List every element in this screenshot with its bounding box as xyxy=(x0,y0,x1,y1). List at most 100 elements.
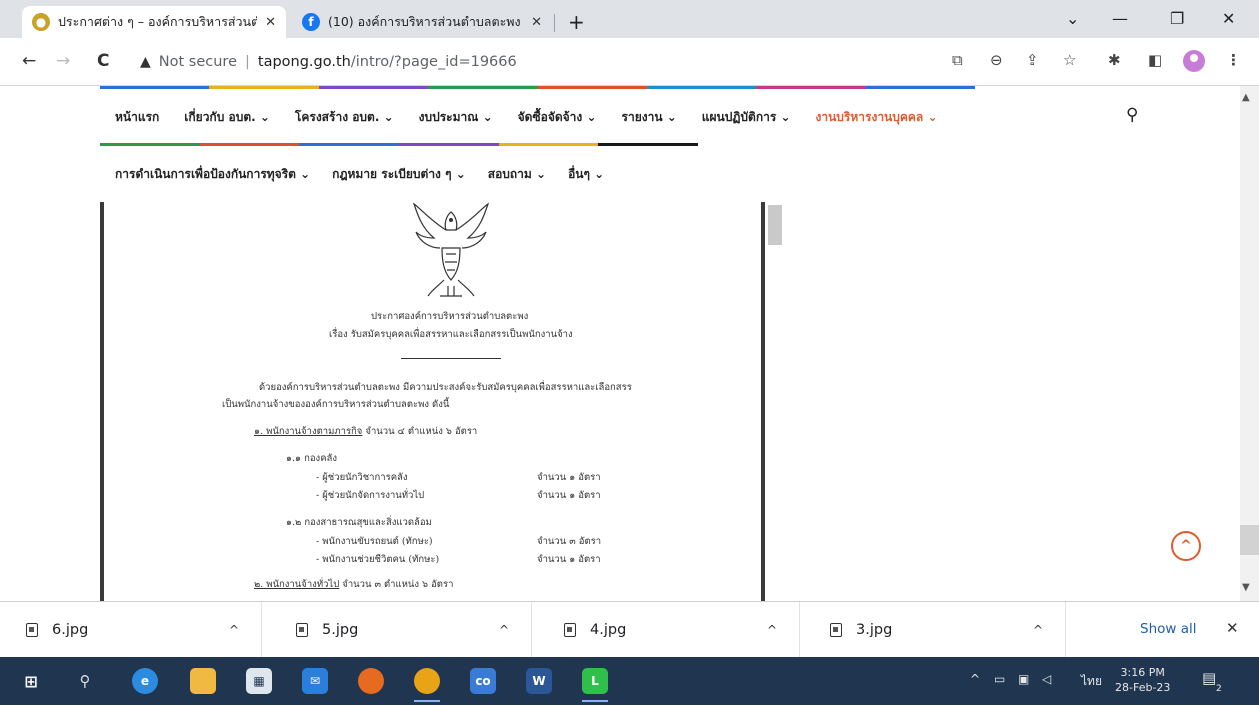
side-panel-icon[interactable]: ◧ xyxy=(1148,51,1162,69)
doc-intro-line1: ด้วยองค์การบริหารส่วนตำบลตะพง มีความประส… xyxy=(259,382,632,393)
doc-sub1-item-count: จำนวน ๑ อัตรา xyxy=(537,472,601,483)
battery-icon[interactable]: ▭ xyxy=(994,672,1005,686)
tab-search-icon[interactable]: ⌄ xyxy=(1066,9,1079,28)
doc-section2-detail: จำนวน ๓ ตำแหน่ง ๖ อัตรา xyxy=(339,579,454,590)
tab-announcements[interactable]: ● ประกาศต่าง ๆ – องค์การบริหารส่วนตำ ✕ xyxy=(22,6,286,38)
taskbar-search-icon[interactable]: ⚲ xyxy=(72,668,98,694)
page-scrollbar-thumb[interactable] xyxy=(1240,525,1259,555)
site-search-icon[interactable]: ⚲ xyxy=(1126,105,1138,125)
doc-sub1-item-name: - ผู้ช่วยนักวิชาการคลัง xyxy=(316,472,408,483)
scroll-up-arrow-icon[interactable]: ▲ xyxy=(1242,92,1250,103)
show-all-downloads-link[interactable]: Show all xyxy=(1140,621,1197,637)
firefox-icon[interactable] xyxy=(358,668,384,694)
network-icon[interactable]: ▣ xyxy=(1018,672,1029,686)
back-icon[interactable]: ← xyxy=(22,51,36,71)
tab-separator xyxy=(554,14,555,32)
system-clock[interactable]: 3:16 PM 28-Feb-23 xyxy=(1115,665,1170,695)
translate-icon[interactable]: ⧉ xyxy=(952,51,963,69)
edge-icon[interactable]: e xyxy=(132,668,158,694)
volume-icon[interactable]: ◁ xyxy=(1042,672,1051,686)
clock-date: 28-Feb-23 xyxy=(1115,681,1171,694)
close-shelf-icon[interactable]: ✕ xyxy=(1226,619,1239,637)
doc-sub2-item-name: - พนักงานขับรถยนต์ (ทักษะ) xyxy=(316,536,433,547)
nav-item-inquiry[interactable]: สอบถาม ⌄ xyxy=(488,165,546,184)
secondary-nav: การดำเนินการเพื่อป้องกันการทุจริต ⌄ กฎหม… xyxy=(115,165,626,184)
mail-icon[interactable]: ✉ xyxy=(302,668,328,694)
new-tab-button[interactable]: + xyxy=(568,10,585,34)
nav-item-home[interactable]: หน้าแรก xyxy=(115,108,159,127)
tab-strip: ● ประกาศต่าง ๆ – องค์การบริหารส่วนตำ ✕ f… xyxy=(0,0,1259,38)
download-filename: 5.jpg xyxy=(322,622,359,638)
doc-section2: ๒. พนักงานจ้างทั่วไป จำนวน ๓ ตำแหน่ง ๖ อ… xyxy=(254,577,453,592)
line-app-icon[interactable]: L xyxy=(582,668,608,702)
extensions-icon[interactable]: ✱ xyxy=(1108,51,1121,69)
store-icon[interactable]: ▦ xyxy=(246,668,272,694)
download-filename: 6.jpg xyxy=(52,622,89,638)
notification-count: 2 xyxy=(1216,684,1222,694)
download-item[interactable]: 5.jpg ^ xyxy=(270,602,532,658)
bookmark-star-icon[interactable]: ☆ xyxy=(1063,51,1076,69)
doc-sub2-item-count: จำนวน ๑ อัตรา xyxy=(537,554,601,565)
chevron-up-icon[interactable]: ^ xyxy=(1033,623,1043,637)
profile-avatar-icon[interactable] xyxy=(1183,50,1205,72)
nav-item-other[interactable]: อื่นๆ ⌄ xyxy=(568,165,604,184)
nav-item-laws[interactable]: กฎหมาย ระเบียบต่าง ๆ ⌄ xyxy=(332,165,466,184)
nav-item-budget[interactable]: งบประมาณ ⌄ xyxy=(419,108,493,127)
restore-icon[interactable]: ❐ xyxy=(1170,9,1184,28)
tab-close-icon[interactable]: ✕ xyxy=(265,15,276,30)
chrome-icon[interactable] xyxy=(414,668,440,702)
word-icon[interactable]: W xyxy=(526,668,552,694)
chevron-up-icon[interactable]: ^ xyxy=(229,623,239,637)
doc-heading-subject: เรื่อง รับสมัครบุคคลเพื่อสรรหาและเลือกสร… xyxy=(329,329,573,340)
nav-item-personnel[interactable]: งานบริหารงานบุคคล ⌄ xyxy=(816,108,938,127)
download-item[interactable]: 4.jpg ^ xyxy=(538,602,800,658)
nav-item-structure[interactable]: โครงสร้าง อบต. ⌄ xyxy=(295,108,394,127)
doc-sub2-item-count: จำนวน ๓ อัตรา xyxy=(537,536,602,547)
nav-item-reports[interactable]: รายงาน ⌄ xyxy=(622,108,677,127)
download-item[interactable]: 6.jpg ^ xyxy=(0,602,262,658)
image-file-icon xyxy=(830,623,842,637)
garuda-emblem xyxy=(412,202,490,297)
nav-item-about[interactable]: เกี่ยวกับ อบต. ⌄ xyxy=(184,108,270,127)
page-scrollbar[interactable] xyxy=(1240,86,1259,601)
chevron-up-icon[interactable]: ^ xyxy=(499,623,509,637)
image-file-icon xyxy=(26,623,38,637)
download-item[interactable]: 3.jpg ^ xyxy=(804,602,1066,658)
tab-title: (10) องค์การบริหารส่วนตำบลตะพง | F xyxy=(328,14,524,29)
main-nav: หน้าแรก เกี่ยวกับ อบต. ⌄ โครงสร้าง อบต. … xyxy=(115,108,963,127)
minimize-icon[interactable]: — xyxy=(1112,9,1128,28)
document-scrollbar-thumb[interactable] xyxy=(768,205,782,245)
announcement-document: ประกาศองค์การบริหารส่วนตำบลตะพง เรื่อง ร… xyxy=(100,202,765,601)
nav-item-procurement[interactable]: จัดซื้อจัดจ้าง ⌄ xyxy=(518,108,597,127)
site-favicon-icon: ● xyxy=(32,13,50,31)
file-explorer-icon[interactable] xyxy=(190,668,216,694)
doc-heading-org: ประกาศองค์การบริหารส่วนตำบลตะพง xyxy=(371,311,529,322)
tray-overflow-icon[interactable]: ^ xyxy=(970,672,980,686)
close-window-icon[interactable]: ✕ xyxy=(1222,9,1235,28)
menu-icon[interactable]: ⋮ xyxy=(1226,51,1241,69)
doc-section2-title: ๒. พนักงานจ้างทั่วไป xyxy=(254,579,340,590)
share-icon[interactable]: ⇪ xyxy=(1026,51,1039,69)
nav-color-bar-2 xyxy=(100,143,699,146)
language-indicator[interactable]: ไทย xyxy=(1081,672,1102,691)
app-co-icon[interactable]: co xyxy=(470,668,496,694)
image-file-icon xyxy=(296,623,308,637)
tab-close-icon[interactable]: ✕ xyxy=(531,15,542,30)
address-bar[interactable]: ▲ Not secure | tapong.go.th /intro/?page… xyxy=(140,45,940,79)
download-filename: 4.jpg xyxy=(590,622,627,638)
scroll-down-arrow-icon[interactable]: ▼ xyxy=(1242,582,1250,593)
tab-facebook[interactable]: f (10) องค์การบริหารส่วนตำบลตะพง | F ✕ xyxy=(292,6,552,38)
reload-icon[interactable]: C xyxy=(97,51,109,71)
chevron-up-icon[interactable]: ^ xyxy=(767,623,777,637)
facebook-favicon-icon: f xyxy=(302,13,320,31)
security-label: Not secure xyxy=(158,54,237,70)
doc-sub1-item-count: จำนวน ๑ อัตรา xyxy=(537,490,601,501)
forward-icon[interactable]: → xyxy=(56,51,70,71)
start-windows-icon[interactable]: ⊞ xyxy=(18,668,44,694)
nav-item-anticorruption[interactable]: การดำเนินการเพื่อป้องกันการทุจริต ⌄ xyxy=(115,165,310,184)
doc-section1-title: ๑. พนักงานจ้างตามภารกิจ xyxy=(254,426,363,437)
nav-item-plans[interactable]: แผนปฏิบัติการ ⌄ xyxy=(702,108,791,127)
zoom-icon[interactable]: ⊖ xyxy=(990,51,1003,69)
back-to-top-button[interactable]: ^ xyxy=(1171,531,1201,561)
notification-icon[interactable]: ▤ xyxy=(1202,669,1216,687)
